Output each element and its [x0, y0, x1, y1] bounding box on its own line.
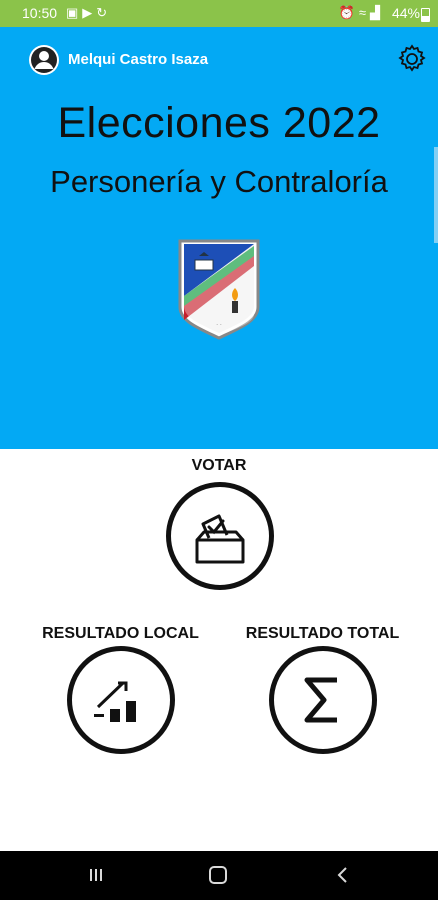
sigma-icon — [304, 677, 337, 723]
vote-label: VOTAR — [191, 457, 247, 474]
page-title: Elecciones 2022 — [57, 99, 381, 147]
ballot-box-icon — [195, 514, 245, 564]
local-results-label: RESULTADO LOCAL — [42, 625, 199, 642]
header-banner: Melqui Castro Isaza Elecciones 2022 Pers… — [0, 27, 438, 449]
gear-icon[interactable] — [396, 43, 428, 75]
back-icon[interactable] — [336, 866, 348, 884]
home-icon[interactable] — [209, 866, 227, 884]
battery-icon — [421, 8, 430, 22]
alarm-icon: ⏰ — [338, 5, 359, 20]
wifi-icon: ≈ — [358, 5, 370, 20]
total-results-button[interactable] — [269, 646, 377, 754]
battery-percentage: 44% — [391, 5, 420, 21]
image-icon: ▣ — [66, 5, 83, 20]
avatar-icon[interactable] — [28, 44, 60, 76]
status-left-icons: ▣▶↻ — [66, 5, 111, 21]
status-right-icons: ⏰≈▟ — [339, 5, 384, 21]
school-crest-logo: · · — [178, 239, 260, 340]
sync-icon: ↻ — [96, 5, 112, 20]
page-subtitle: Personería y Contraloría — [50, 164, 388, 199]
user-name: Melqui Castro Isaza — [68, 51, 209, 68]
growth-chart-icon — [94, 681, 136, 722]
vote-button[interactable] — [166, 482, 274, 590]
recent-apps-icon[interactable] — [88, 868, 104, 882]
signal-icon: ▟ — [370, 5, 384, 20]
local-results-button[interactable] — [67, 646, 175, 754]
svg-text:· ·: · · — [216, 322, 222, 328]
system-navigation-bar — [0, 851, 438, 900]
status-bar: 10:50 ▣▶↻ ⏰≈▟ 44% — [0, 0, 438, 27]
youtube-icon: ▶ — [82, 5, 97, 20]
total-results-label: RESULTADO TOTAL — [245, 625, 400, 642]
status-time: 10:50 — [22, 5, 58, 21]
